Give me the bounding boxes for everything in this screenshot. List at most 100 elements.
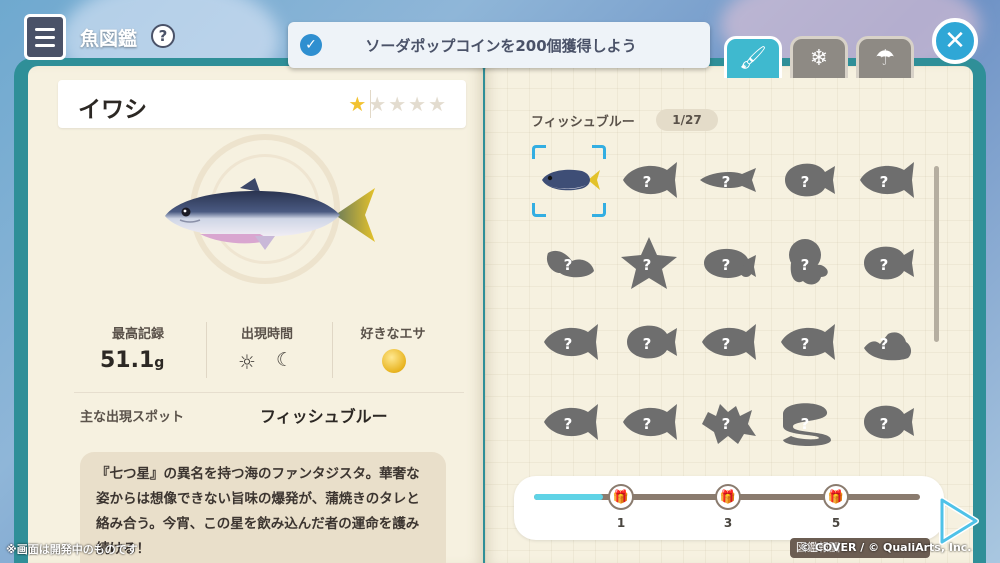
check-icon: ✓ bbox=[300, 34, 322, 56]
fish-name-card: イワシ ★★★★★ bbox=[58, 80, 466, 128]
menu-book-icon[interactable] bbox=[24, 14, 66, 60]
unknown-fish-silhouette-icon: ? bbox=[623, 404, 677, 440]
spot-label: 主な出現スポット bbox=[80, 410, 185, 425]
gift-icon[interactable]: 🎁 bbox=[715, 484, 741, 510]
question-mark: ? bbox=[801, 256, 810, 274]
tab-snowflake[interactable]: ❄ bbox=[790, 36, 848, 78]
record-label: 最高記録 bbox=[111, 327, 164, 342]
unknown-fish-silhouette-icon: ? bbox=[623, 162, 677, 198]
question-mark: ? bbox=[643, 415, 652, 433]
fish-cell-unknown[interactable]: ? bbox=[854, 233, 918, 293]
fish-cell-unknown[interactable]: ? bbox=[696, 150, 760, 210]
question-mark: ? bbox=[722, 415, 731, 433]
milestone-label: 3 bbox=[723, 516, 733, 530]
umbrella-icon: ☂ bbox=[875, 46, 895, 71]
question-mark: ? bbox=[880, 335, 889, 353]
fish-cell-unknown[interactable]: ? bbox=[775, 233, 839, 293]
fish-cell-unknown[interactable]: ? bbox=[538, 233, 602, 293]
question-mark: ? bbox=[880, 256, 889, 274]
mission-text: ソーダポップコインを200個獲得しよう bbox=[365, 36, 637, 55]
divider bbox=[74, 392, 464, 393]
unknown-fish-silhouette-icon: ? bbox=[546, 250, 594, 278]
fish-cell-unknown[interactable]: ? bbox=[538, 312, 602, 372]
grid-scrollbar[interactable] bbox=[934, 166, 939, 342]
fish-cell-unknown[interactable]: ? bbox=[854, 312, 918, 372]
unknown-fish-silhouette-icon: ? bbox=[544, 324, 598, 360]
unknown-fish-silhouette-icon: ? bbox=[702, 324, 756, 360]
star-icon: ★ bbox=[388, 92, 409, 116]
milestone-label: 1 bbox=[616, 516, 626, 530]
question-mark: ? bbox=[722, 335, 731, 353]
unknown-fish-silhouette-icon: ? bbox=[783, 403, 831, 446]
unknown-fish-silhouette-icon: ? bbox=[785, 163, 835, 197]
fish-cell-unknown[interactable]: ? bbox=[854, 150, 918, 210]
sun-icon: ☼ bbox=[238, 350, 256, 374]
unknown-fish-silhouette-icon: ? bbox=[621, 237, 677, 289]
bait-icon bbox=[382, 349, 406, 373]
star-icon: ★ bbox=[428, 92, 448, 116]
record-number: 51.1 bbox=[100, 348, 155, 373]
mission-banner[interactable]: ✓ ソーダポップコインを200個獲得しよう bbox=[288, 22, 710, 68]
fish-cell-unknown[interactable]: ? bbox=[775, 392, 839, 452]
milestone-label: 5 bbox=[831, 516, 841, 530]
fish-cell-unknown[interactable]: ? bbox=[617, 150, 681, 210]
record-value: 51.1g bbox=[100, 348, 164, 373]
close-button[interactable]: ✕ bbox=[932, 18, 978, 64]
unknown-fish-silhouette-icon: ? bbox=[704, 248, 756, 278]
tab-umbrella[interactable]: ☂ bbox=[856, 36, 914, 78]
snowflake-icon: ❄ bbox=[809, 46, 829, 71]
spot-value: フィッシュブルー bbox=[260, 407, 388, 426]
question-mark: ? bbox=[722, 256, 731, 274]
brush-icon: 🖌 bbox=[739, 46, 767, 71]
time-label: 出現時間 bbox=[240, 327, 293, 342]
bait-label: 好きなエサ bbox=[360, 327, 426, 342]
unknown-fish-silhouette-icon: ? bbox=[864, 246, 914, 280]
fish-cell-unknown[interactable]: ? bbox=[617, 312, 681, 372]
fish-cell-unknown[interactable]: ? bbox=[696, 312, 760, 372]
question-mark: ? bbox=[643, 335, 652, 353]
question-mark: ? bbox=[801, 335, 810, 353]
star-icon: ★ bbox=[368, 92, 389, 116]
fish-cell-unknown[interactable]: ? bbox=[617, 233, 681, 293]
unknown-fish-silhouette-icon: ? bbox=[864, 332, 912, 361]
unknown-fish-silhouette-icon: ? bbox=[789, 239, 828, 285]
rarity-stars: ★★★★★ bbox=[348, 92, 448, 116]
gift-icon[interactable]: 🎁 bbox=[823, 484, 849, 510]
development-notice: ※画面は開発中のものです bbox=[6, 543, 138, 556]
question-mark: ? bbox=[801, 415, 810, 433]
question-mark: ? bbox=[722, 173, 731, 191]
help-icon[interactable]: ? bbox=[151, 24, 175, 48]
record-unit: g bbox=[154, 355, 165, 371]
question-mark: ? bbox=[564, 256, 573, 274]
area-name: フィッシュブルー bbox=[531, 115, 635, 130]
fish-cell-unknown[interactable]: ? bbox=[538, 392, 602, 452]
play-icon[interactable] bbox=[936, 496, 980, 546]
sardine-illustration bbox=[165, 178, 375, 250]
fish-cell-unknown[interactable]: ? bbox=[854, 392, 918, 452]
progress-fill bbox=[534, 494, 603, 500]
unknown-fish-silhouette-icon: ? bbox=[860, 162, 914, 198]
gift-icon[interactable]: 🎁 bbox=[608, 484, 634, 510]
question-mark: ? bbox=[643, 173, 652, 191]
question-mark: ? bbox=[564, 415, 573, 433]
fish-name: イワシ bbox=[78, 97, 147, 123]
fish-cell-unknown[interactable]: ? bbox=[696, 233, 760, 293]
star-icon: ★ bbox=[408, 92, 429, 116]
unknown-fish-silhouette-icon: ? bbox=[864, 405, 914, 439]
fish-cell-unknown[interactable]: ? bbox=[696, 392, 760, 452]
unknown-fish-silhouette-icon: ? bbox=[544, 404, 598, 440]
question-mark: ? bbox=[564, 335, 573, 353]
tab-brush[interactable]: 🖌 bbox=[724, 36, 782, 78]
star-icon: ★ bbox=[348, 92, 369, 116]
fish-cell-unknown[interactable]: ? bbox=[775, 312, 839, 372]
selection-frame bbox=[532, 145, 606, 217]
fish-cell-unknown[interactable]: ? bbox=[775, 150, 839, 210]
question-mark: ? bbox=[801, 173, 810, 191]
unknown-fish-silhouette-icon: ? bbox=[627, 325, 677, 359]
unknown-fish-silhouette-icon: ? bbox=[700, 168, 756, 192]
description-text: 『七つ星』の異名を持つ海のファンタジスタ。華奢な姿からは想像できない旨味の爆発が… bbox=[96, 466, 420, 557]
moon-icon: ☾ bbox=[276, 349, 294, 371]
fish-cell-unknown[interactable]: ? bbox=[617, 392, 681, 452]
unknown-fish-silhouette-icon: ? bbox=[702, 404, 756, 444]
question-mark: ? bbox=[880, 173, 889, 191]
